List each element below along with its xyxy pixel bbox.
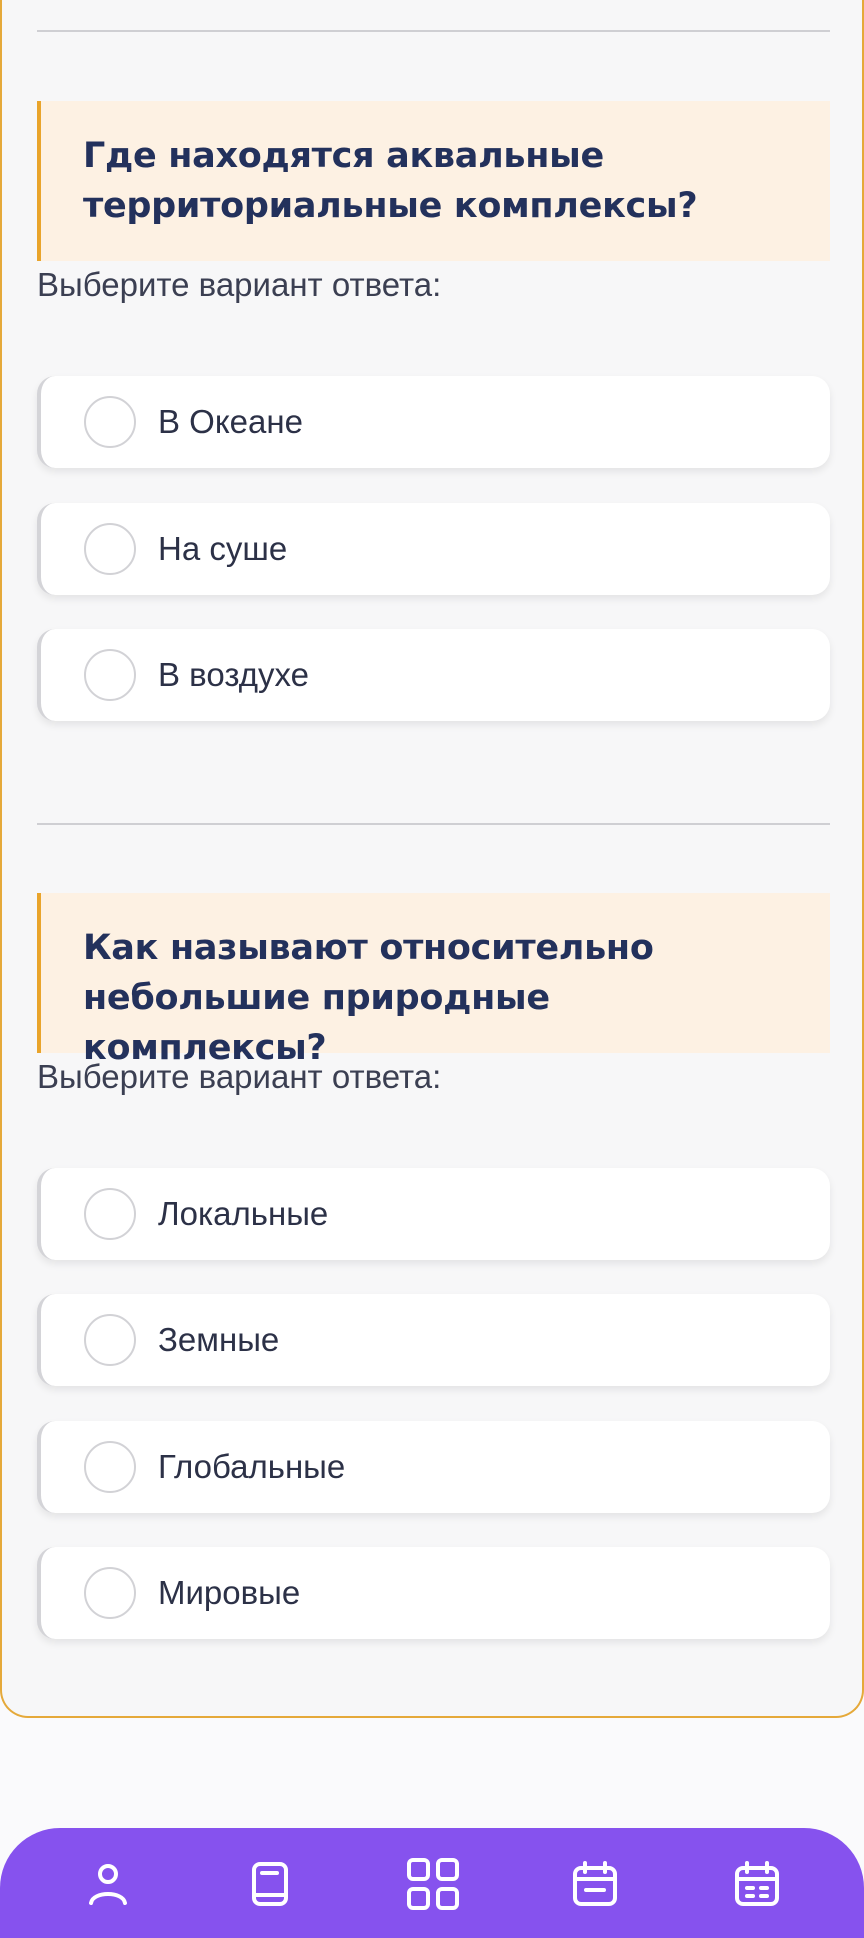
top-divider bbox=[37, 30, 830, 32]
quiz-card: Где находятся аквальные территориальные … bbox=[0, 0, 864, 1718]
question-2-option-2[interactable]: Земные bbox=[37, 1294, 830, 1386]
question-1-option-3[interactable]: В воздухе bbox=[37, 629, 830, 721]
nav-item-menu[interactable] bbox=[403, 1854, 463, 1914]
question-2-option-4[interactable]: Мировые bbox=[37, 1547, 830, 1639]
question-2-prompt: Выберите вариант ответа: bbox=[37, 1058, 442, 1095]
option-label: На суше bbox=[158, 530, 288, 567]
option-label: Глобальные bbox=[158, 1448, 346, 1485]
option-label: Локальные bbox=[158, 1195, 329, 1232]
radio-button[interactable] bbox=[84, 523, 136, 575]
radio-button[interactable] bbox=[84, 1441, 136, 1493]
question-divider bbox=[37, 823, 830, 825]
question-1-box: Где находятся аквальные территориальные … bbox=[37, 101, 830, 261]
nav-item-profile[interactable] bbox=[78, 1854, 138, 1914]
calendar-grid-icon bbox=[735, 1861, 779, 1906]
option-label: Мировые bbox=[158, 1574, 301, 1611]
question-2-text: Как называют относительно небольшие прир… bbox=[83, 928, 654, 1068]
nav-item-lessons[interactable] bbox=[240, 1854, 300, 1914]
question-2-option-1[interactable]: Локальные bbox=[37, 1168, 830, 1260]
grid-icon bbox=[407, 1858, 459, 1910]
nav-item-calendar[interactable] bbox=[727, 1854, 787, 1914]
radio-button[interactable] bbox=[84, 396, 136, 448]
book-icon bbox=[252, 1862, 288, 1906]
user-icon bbox=[89, 1864, 127, 1905]
radio-button[interactable] bbox=[84, 1314, 136, 1366]
question-1-text: Где находятся аквальные территориальные … bbox=[83, 136, 698, 226]
calendar-icon bbox=[573, 1861, 617, 1906]
question-2-box: Как называют относительно небольшие прир… bbox=[37, 893, 830, 1068]
radio-button[interactable] bbox=[84, 1567, 136, 1619]
option-label: Земные bbox=[158, 1321, 280, 1358]
radio-button[interactable] bbox=[84, 649, 136, 701]
radio-button[interactable] bbox=[84, 1188, 136, 1240]
question-1-option-1[interactable]: В Океане bbox=[37, 376, 830, 468]
bottom-nav bbox=[0, 1828, 864, 1938]
question-1-option-2[interactable]: На суше bbox=[37, 503, 830, 595]
option-label: В воздухе bbox=[158, 656, 309, 693]
nav-item-schedule[interactable] bbox=[565, 1854, 625, 1914]
question-2-option-3[interactable]: Глобальные bbox=[37, 1421, 830, 1513]
question-1-prompt: Выберите вариант ответа: bbox=[37, 266, 442, 303]
option-label: В Океане bbox=[158, 403, 303, 440]
